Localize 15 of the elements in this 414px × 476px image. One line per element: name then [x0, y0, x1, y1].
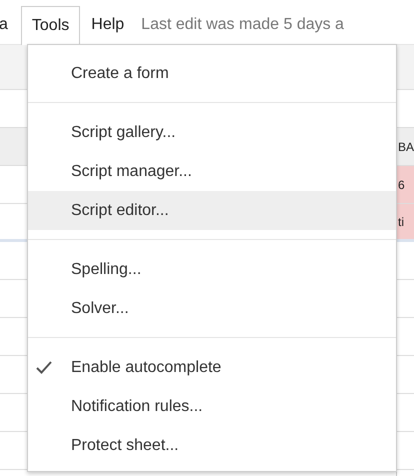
sheet-cell: ti: [396, 204, 414, 239]
menu-item[interactable]: Enable autocomplete: [28, 348, 396, 387]
menu-item[interactable]: Solver...: [28, 289, 396, 328]
menu-item[interactable]: Script gallery...: [28, 113, 396, 152]
last-edit-status: Last edit was made 5 days a: [141, 14, 344, 34]
menu-item[interactable]: Protect sheet...: [28, 426, 396, 465]
menu-item[interactable]: Notification rules...: [28, 387, 396, 426]
sheet-cell: 6: [396, 166, 414, 203]
menu-item[interactable]: Create a form: [28, 54, 396, 93]
menu-tab[interactable]: Tools: [20, 6, 80, 45]
menu-item[interactable]: Spelling...: [28, 250, 396, 289]
menu-tab[interactable]: Help: [84, 5, 132, 44]
menu-item[interactable]: Script manager...: [28, 152, 396, 191]
menu-tab[interactable]: a: [0, 5, 9, 44]
menu-item[interactable]: Script editor...: [28, 191, 396, 230]
